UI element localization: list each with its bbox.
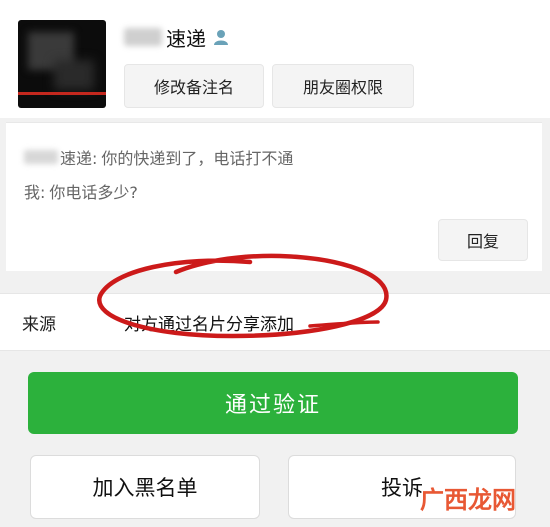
display-name: 速递 [166,26,206,51]
source-label: 来源 [22,315,56,335]
person-icon [214,30,228,45]
message-sender: 我: [24,183,46,202]
message-line: 我: 你电话多少? [24,179,138,203]
message-sender: 速递: [60,149,98,168]
verification-messages: 速递: 你的快递到了，电话打不通 我: 你电话多少? 回复 [6,122,542,271]
source-row: 来源 对方通过名片分享添加 [0,293,550,351]
watermark: 广西龙网 [420,486,516,514]
profile-card: 速递 修改备注名 朋友圈权限 [0,0,550,118]
name-redaction [124,28,162,46]
avatar-blur [54,60,94,90]
edit-remark-button[interactable]: 修改备注名 [124,64,264,108]
message-text: 你的快递到了，电话打不通 [101,149,294,168]
add-to-blacklist-button[interactable]: 加入黑名单 [30,455,260,519]
name-row: 速递 [124,22,230,52]
approve-verification-button[interactable]: 通过验证 [28,372,518,434]
source-value: 对方通过名片分享添加 [124,315,294,335]
moments-permission-button[interactable]: 朋友圈权限 [272,64,414,108]
reply-button[interactable]: 回复 [438,219,528,261]
avatar[interactable] [18,20,106,108]
message-line: 速递: 你的快递到了，电话打不通 [24,145,293,169]
message-text: 你电话多少? [49,183,138,202]
sender-redaction [24,150,58,164]
avatar-stripe [18,92,106,95]
